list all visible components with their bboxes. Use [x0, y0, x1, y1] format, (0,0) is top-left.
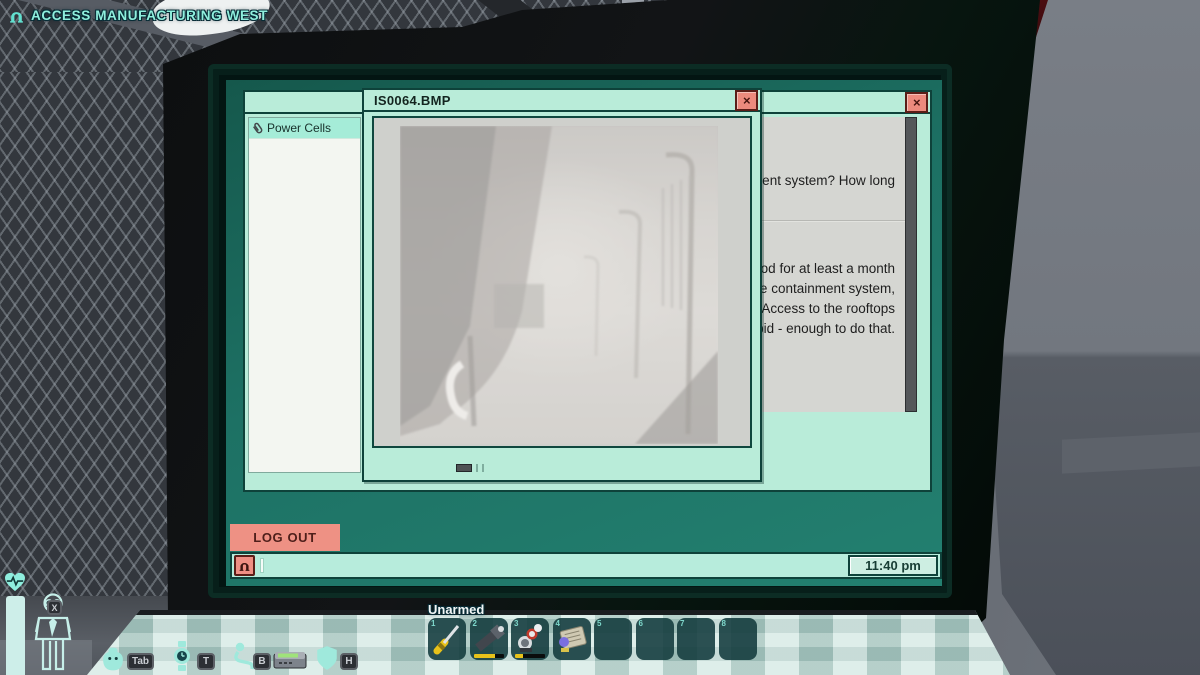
hscroll-thumb[interactable] [456, 464, 472, 472]
foggy-alley-photo [400, 126, 718, 444]
image-viewer-content [372, 116, 752, 448]
sitting-person-icon [232, 642, 254, 670]
charge-bar [474, 654, 504, 658]
slot-number: 1 [431, 619, 435, 628]
watch-key-badge: T [197, 653, 215, 670]
watch-icon [172, 640, 192, 672]
slot-number: 4 [556, 619, 560, 628]
slot-number: 7 [680, 619, 684, 628]
scanner-device-icon [273, 650, 307, 670]
heart-pulse-icon [4, 572, 26, 592]
help-key-badge: H [340, 653, 358, 670]
hscroll-tick [476, 464, 478, 472]
horseshoe-logo-icon [238, 559, 251, 572]
weapon-status-label: Unarmed [428, 602, 484, 617]
inbox-item-power-cells[interactable]: Power Cells [249, 118, 360, 139]
image-viewer-hscrollbar[interactable] [372, 463, 752, 473]
hotbar-slot-3[interactable]: 3 [511, 618, 549, 660]
slot-number: 6 [639, 619, 643, 628]
hotbar-slot-4[interactable]: 4 [553, 618, 591, 660]
hotbar-slot-6[interactable]: 6 [636, 618, 674, 660]
hotbar-slot-2[interactable]: 2 [470, 618, 508, 660]
inbox-item-label: Power Cells [267, 121, 331, 135]
image-viewer-close-button[interactable]: × [735, 90, 758, 111]
email-close-button[interactable]: × [905, 92, 928, 113]
email-scrollbar[interactable] [905, 117, 917, 412]
player-key-badge: X [47, 600, 62, 615]
wall-seam [1062, 432, 1200, 473]
start-logo-button[interactable] [234, 555, 255, 576]
slot-number: 3 [514, 619, 518, 628]
hotbar-slot-8[interactable]: 8 [719, 618, 757, 660]
image-viewer-title: IS0064.BMP [374, 93, 451, 108]
hscroll-tick [482, 464, 484, 472]
email-inbox-list: Power Cells [248, 117, 361, 473]
hotbar: 1 2 3 4 [428, 618, 757, 660]
taskbar: 11:40 pm [230, 552, 942, 579]
log-out-button[interactable]: LOG OUT [230, 524, 340, 551]
objective-banner: ACCESS MANUFACTURING WEST [8, 7, 268, 24]
image-viewer-window: IS0064.BMP × [362, 88, 762, 482]
objective-label: ACCESS MANUFACTURING WEST [31, 8, 268, 23]
slot-number: 8 [722, 619, 726, 628]
slot-number: 2 [473, 619, 477, 628]
inventory-key-badge: Tab [127, 653, 154, 670]
health-bar [6, 596, 25, 675]
taskbar-clock: 11:40 pm [848, 555, 938, 576]
hotbar-slot-7[interactable]: 7 [677, 618, 715, 660]
image-viewer-titlebar[interactable]: IS0064.BMP [364, 90, 760, 112]
paperclip-icon [252, 122, 264, 135]
hotbar-slot-1[interactable]: 1 [428, 618, 466, 660]
taskbar-divider [260, 558, 264, 573]
body-key-badge: B [253, 653, 271, 670]
photo-scene [400, 126, 718, 444]
charge-bar [515, 654, 545, 658]
horseshoe-objective-icon [8, 7, 25, 24]
slot-number: 5 [597, 619, 601, 628]
game-screen: × Power Cells tainment system? How long … [0, 0, 1200, 675]
shield-icon [315, 645, 339, 671]
hotbar-slot-5[interactable]: 5 [594, 618, 632, 660]
desktop: × Power Cells tainment system? How long … [226, 80, 942, 586]
inventory-bag-icon [100, 645, 126, 672]
laptop-screen: × Power Cells tainment system? How long … [208, 64, 952, 598]
